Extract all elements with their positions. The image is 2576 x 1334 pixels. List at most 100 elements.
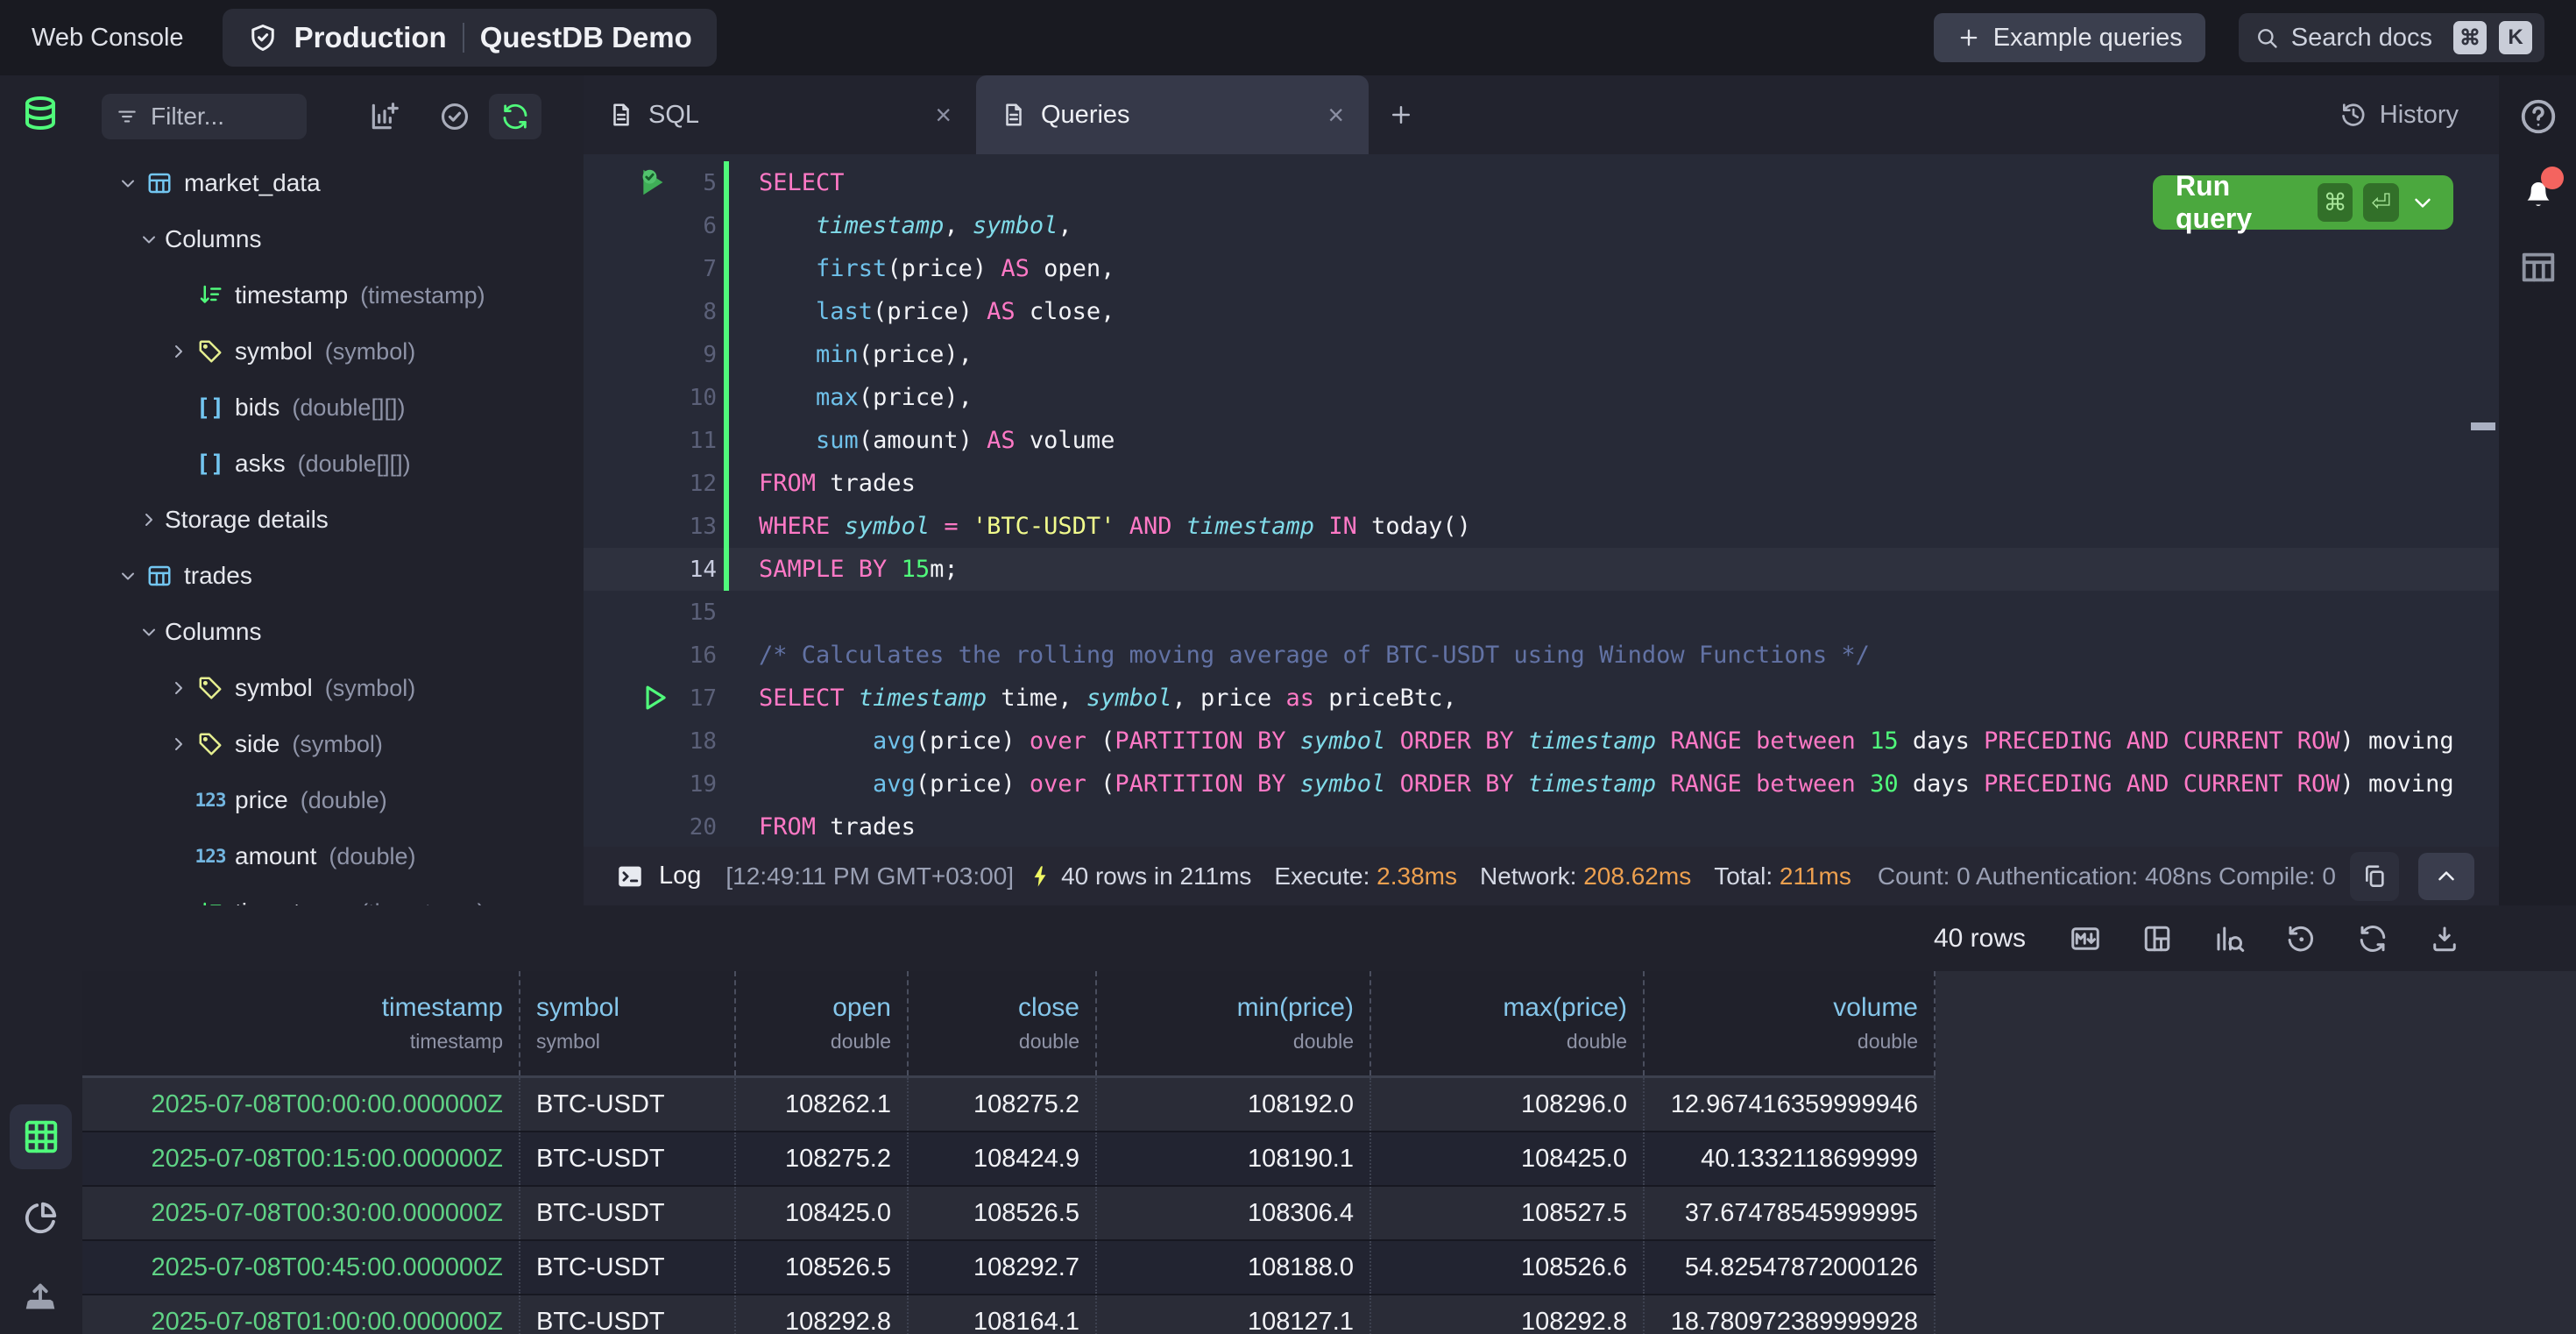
editor-line-18[interactable]: 18 avg(price) over (PARTITION BY symbol … <box>584 720 2499 763</box>
refresh-icon[interactable] <box>2357 923 2388 954</box>
column-header-open[interactable]: opendouble <box>736 971 909 1075</box>
chevron-down-icon[interactable] <box>138 228 165 251</box>
chevron-down-icon[interactable] <box>2410 189 2436 216</box>
tree-item-trades[interactable]: trades <box>82 548 584 604</box>
chevron-down-icon[interactable] <box>117 564 144 587</box>
rail-item-charts pie-chart-icon[interactable] <box>20 1198 60 1238</box>
tree-item-timestamp[interactable]: timestamp(timestamp) <box>82 884 584 905</box>
chevron-right-icon[interactable] <box>168 677 195 699</box>
tab-label: Queries <box>1041 101 1313 130</box>
active-query-bar <box>724 419 729 462</box>
editor-line-16[interactable]: 16/* Calculates the rolling moving avera… <box>584 634 2499 677</box>
rail-item-console[interactable] <box>10 1104 72 1169</box>
run-success-marker-icon[interactable] <box>638 166 671 199</box>
editor-line-10[interactable]: 10 max(price), <box>584 376 2499 419</box>
editor-line-11[interactable]: 11 sum(amount) AS volume <box>584 419 2499 462</box>
play-icon[interactable] <box>638 681 671 714</box>
new-tab-button plus-icon[interactable] <box>1388 102 1414 128</box>
filter-input[interactable]: Filter... <box>102 94 307 139</box>
tree-item-columns[interactable]: Columns <box>82 211 584 267</box>
editor-line-19[interactable]: 19 avg(price) over (PARTITION BY symbol … <box>584 763 2499 805</box>
tree-item-side[interactable]: side(symbol) <box>82 716 584 772</box>
editor-line-8[interactable]: 8 last(price) AS close, <box>584 290 2499 333</box>
editor-scrollbar[interactable] <box>2471 422 2495 430</box>
tree-item-bids[interactable]: []bids(double[][]) <box>82 380 584 436</box>
editor-line-20[interactable]: 20FROM trades <box>584 805 2499 847</box>
plus-icon <box>1957 25 1981 50</box>
chevron-right-icon[interactable] <box>168 340 195 363</box>
tree-item-label: symbol <box>235 337 313 365</box>
tree-item-type: (double) <box>329 843 415 870</box>
copy-log-button[interactable] <box>2350 852 2399 901</box>
tree-item-symbol[interactable]: symbol(symbol) <box>82 660 584 716</box>
tree-item-price[interactable]: 123price(double) <box>82 772 584 828</box>
chevron-down-icon[interactable] <box>138 621 165 643</box>
database-logo-icon[interactable] <box>19 94 61 136</box>
number-icon: 123 <box>195 846 226 867</box>
editor-line-7[interactable]: 7 first(price) AS open, <box>584 247 2499 290</box>
layout-panel-icon[interactable] <box>2518 247 2558 287</box>
column-type: double <box>831 1030 891 1054</box>
markdown-download-icon[interactable] <box>2070 923 2101 954</box>
top-bar: Web Console Production QuestDB Demo Exam… <box>0 0 2576 75</box>
download-icon[interactable] <box>2429 923 2460 954</box>
tree-item-storage-details[interactable]: Storage details <box>82 492 584 548</box>
tree-item-timestamp[interactable]: timestamp(timestamp) <box>82 267 584 323</box>
editor-line-15[interactable]: 15 <box>584 591 2499 634</box>
copy-icon <box>2360 862 2388 891</box>
editor-line-13[interactable]: 13WHERE symbol = 'BTC-USDT' AND timestam… <box>584 505 2499 548</box>
tab-queries[interactable]: Queries × <box>976 75 1369 154</box>
column-header-symbol[interactable]: symbolsymbol <box>520 971 736 1075</box>
layout-grid-icon[interactable] <box>2141 923 2173 954</box>
schema-toolbar: Filter... <box>102 94 584 139</box>
editor-line-12[interactable]: 12FROM trades <box>584 462 2499 505</box>
column-header-volume[interactable]: volumedouble <box>1645 971 1936 1075</box>
refresh-schema-button[interactable] <box>489 94 541 139</box>
code-text: SAMPLE BY 15m; <box>759 556 959 583</box>
terminal-icon <box>615 862 645 891</box>
tree-item-columns[interactable]: Columns <box>82 604 584 660</box>
column-header-close[interactable]: closedouble <box>909 971 1097 1075</box>
table-icon <box>144 170 175 196</box>
active-query-bar <box>724 376 729 419</box>
collapse-log-button[interactable] <box>2418 853 2474 900</box>
search-docs-button[interactable]: Search docs ⌘ K <box>2239 13 2544 62</box>
editor-line-9[interactable]: 9 min(price), <box>584 333 2499 376</box>
notifications-button[interactable] <box>2518 174 2558 214</box>
active-query-bar <box>724 720 729 763</box>
column-header-timestamp[interactable]: timestamptimestamp <box>82 971 520 1075</box>
add-metrics-icon[interactable] <box>368 100 401 133</box>
close-icon[interactable]: × <box>1327 99 1344 131</box>
editor-line-14[interactable]: 14SAMPLE BY 15m; <box>584 548 2499 591</box>
help-icon[interactable] <box>2518 96 2558 137</box>
line-number: 8 <box>584 299 717 325</box>
chevron-spacer <box>168 789 195 812</box>
column-header-max-price-[interactable]: max(price)double <box>1371 971 1645 1075</box>
tree-item-market-data[interactable]: market_data <box>82 155 584 211</box>
history-restore-icon[interactable] <box>2285 923 2317 954</box>
select-tables-icon[interactable] <box>438 100 471 133</box>
chevron-down-icon[interactable] <box>117 172 144 195</box>
rail-item-import upload-icon[interactable] <box>20 1277 60 1317</box>
tree-item-symbol[interactable]: symbol(symbol) <box>82 323 584 380</box>
run-query-button[interactable]: Run query ⌘ ⏎ <box>2153 175 2453 230</box>
chevron-right-icon[interactable] <box>138 508 165 531</box>
code-text: max(price), <box>759 384 973 411</box>
example-queries-button[interactable]: Example queries <box>1934 13 2205 62</box>
editor-line-17[interactable]: 17SELECT timestamp time, symbol, price a… <box>584 677 2499 720</box>
code-text: first(price) AS open, <box>759 255 1115 282</box>
tab-sql[interactable]: SQL × <box>584 75 976 154</box>
history-button[interactable]: History <box>2339 75 2459 154</box>
chart-export-icon[interactable] <box>2213 923 2245 954</box>
tree-item-asks[interactable]: []asks(double[][]) <box>82 436 584 492</box>
kbd-meta: ⌘ <box>2453 21 2487 54</box>
history-clock-icon <box>2339 101 2367 129</box>
environment-badge[interactable]: Production QuestDB Demo <box>223 9 717 67</box>
close-icon[interactable]: × <box>935 99 952 131</box>
sql-editor[interactable]: 5SELECT6 timestamp, symbol,7 first(price… <box>584 154 2499 847</box>
column-name: close <box>1018 993 1079 1023</box>
column-header-min-price-[interactable]: min(price)double <box>1097 971 1371 1075</box>
tree-item-amount[interactable]: 123amount(double) <box>82 828 584 884</box>
chevron-right-icon[interactable] <box>168 733 195 756</box>
column-type: double <box>1858 1030 1918 1054</box>
